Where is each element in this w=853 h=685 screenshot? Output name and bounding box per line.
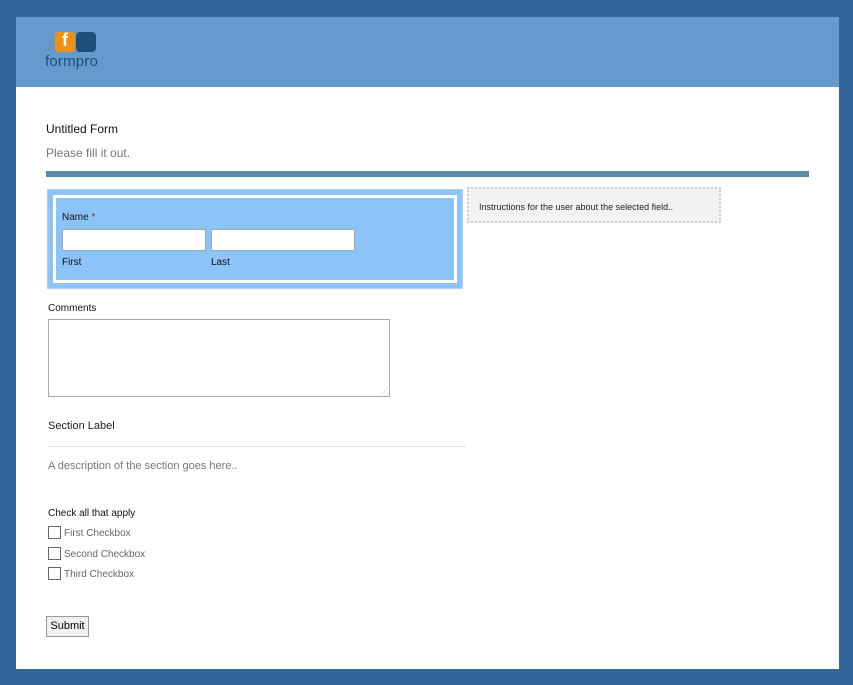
form-page: f formpro Untitled Form Please fill it o… [16,17,839,669]
logo-wordmark: formpro [45,53,99,70]
header-bar: f formpro [16,17,839,87]
comments-textarea[interactable]: ⋰ [48,319,390,397]
instructions-tooltip: Instructions for the user about the sele… [467,187,721,223]
third-checkbox-label[interactable]: Third Checkbox [64,569,134,580]
first-checkbox-label[interactable]: First Checkbox [64,528,131,539]
name-label: Name * [62,212,95,223]
last-name-sublabel: Last [211,257,230,268]
logo-orange-square: f [55,30,75,52]
resize-grip-icon[interactable]: ⋰ [381,388,388,395]
comments-label: Comments [48,303,97,314]
third-checkbox[interactable] [48,567,61,580]
logo-letter: f [62,30,68,50]
required-marker: * [91,212,96,223]
last-name-input[interactable] [211,229,355,251]
form-title: Untitled Form [46,122,119,136]
section-description: A description of the section goes here.. [48,460,238,472]
first-checkbox[interactable] [48,526,61,539]
checkbox-group-label: Check all that apply [48,508,136,519]
section-label: Section Label [48,420,115,432]
section-divider [48,446,465,447]
form-description: Please fill it out. [46,146,131,160]
formpro-logo: f formpro [45,30,125,75]
logo-navy-square [76,32,96,52]
name-field-selected[interactable]: Name * First Last [47,189,463,289]
second-checkbox-label[interactable]: Second Checkbox [64,549,145,560]
title-divider [46,171,809,177]
name-label-text: Name [62,212,89,223]
name-field-inner: Name * First Last [53,195,457,283]
first-name-sublabel: First [62,257,82,268]
submit-button[interactable]: Submit [46,616,89,637]
first-name-input[interactable] [62,229,206,251]
second-checkbox[interactable] [48,547,61,560]
